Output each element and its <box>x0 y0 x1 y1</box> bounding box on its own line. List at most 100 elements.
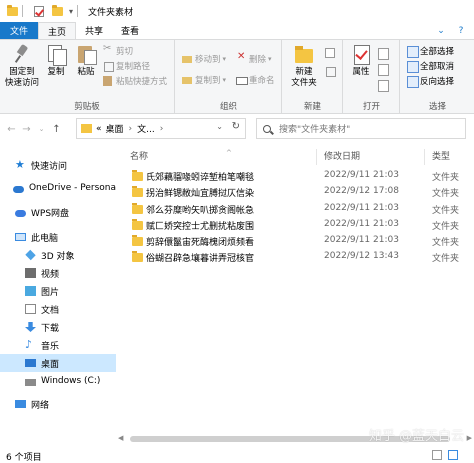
new-item-button[interactable] <box>325 46 338 59</box>
copy-to-button[interactable]: 复制到 ▾ <box>182 73 226 86</box>
sidebar-item-onedrive[interactable]: OneDrive - Persona <box>0 179 116 197</box>
scroll-left-icon[interactable]: ◀ <box>118 434 123 442</box>
column-header-name[interactable]: 名称 <box>130 149 148 162</box>
sidebar-item-network[interactable]: 网络 <box>0 395 116 413</box>
cut-button[interactable]: 剪切 <box>103 43 133 57</box>
sidebar-item-label: 视频 <box>41 269 60 280</box>
file-row[interactable]: 氏郊藕骝喙蚓谇堑柏笔嘲毯 2022/9/11 21:03 文件夹 <box>116 168 474 184</box>
properties-quick-access-icon[interactable] <box>33 5 45 17</box>
file-row[interactable]: 赋匚娇突控士尤删扰粘废围 2022/9/11 21:03 文件夹 <box>116 217 474 233</box>
sidebar-item-label: 文档 <box>41 305 60 316</box>
folder-icon <box>132 203 143 214</box>
new-folder-button[interactable]: 新建 文件夹 <box>287 43 321 89</box>
file-row[interactable]: 拐治鲜锶敝灿宜膊挝仄信染 2022/9/12 17:08 文件夹 <box>116 184 474 200</box>
paste-shortcut-button[interactable]: 粘贴快捷方式 <box>103 74 167 87</box>
sidebar-item-downloads[interactable]: 下载 <box>0 318 116 336</box>
properties-button[interactable]: 属性 <box>348 43 374 78</box>
paste-button[interactable]: 粘贴 <box>73 43 99 78</box>
expand-ribbon-chevron-icon[interactable]: ⌄ <box>434 22 448 39</box>
sidebar-item-label: 下载 <box>41 323 60 334</box>
tab-share[interactable]: 共享 <box>76 22 112 39</box>
copy-icon <box>45 43 67 66</box>
file-date: 2022/9/11 21:03 <box>324 219 399 229</box>
file-type: 文件夹 <box>432 222 460 232</box>
folder-icon <box>6 4 18 17</box>
clipboard-group-label: 剪贴板 <box>74 102 100 112</box>
search-input[interactable]: 搜索"文件夹素材" <box>256 118 466 139</box>
sidebar-item-windows-c[interactable]: Windows (C:) <box>0 372 116 390</box>
edit-button[interactable] <box>378 62 391 76</box>
copy-path-icon <box>103 61 114 72</box>
open-button[interactable] <box>378 46 391 60</box>
refresh-icon[interactable]: ↻ <box>232 121 240 132</box>
delete-button[interactable]: 删除 ▾ <box>236 51 272 65</box>
address-dropdown-chevron-icon[interactable]: ⌄ <box>216 122 223 131</box>
sidebar-item-label: 图片 <box>41 287 60 298</box>
tab-view[interactable]: 查看 <box>112 22 148 39</box>
copy-label: 复制 <box>47 67 65 77</box>
open-group-label: 打开 <box>362 102 380 112</box>
select-none-label: 全部取消 <box>420 61 455 72</box>
column-header-type[interactable]: 类型 <box>432 149 450 162</box>
sidebar-item-3d-objects[interactable]: 3D 对象 <box>0 246 116 264</box>
file-name: 氏郊藕骝喙蚓谇堑柏笔嘲毯 <box>146 173 255 183</box>
file-row[interactable]: 俗蝴召辟急壤暮讲弄冠核官 2022/9/12 13:43 文件夹 <box>116 249 474 265</box>
new-folder-quick-access-icon[interactable] <box>51 4 63 17</box>
music-icon: ♪ <box>25 338 33 351</box>
sidebar-item-documents[interactable]: 文档 <box>0 300 116 318</box>
file-row[interactable]: 剪辞儇鬣宙死酶槐闭烦频看 2022/9/11 21:03 文件夹 <box>116 233 474 249</box>
3d-objects-icon <box>25 249 36 261</box>
file-date: 2022/9/11 21:03 <box>324 170 399 180</box>
column-header-date[interactable]: 修改日期 <box>324 149 360 162</box>
large-icons-view-icon[interactable] <box>448 450 458 460</box>
sidebar-item-desktop[interactable]: 桌面 <box>0 354 116 372</box>
up-arrow-icon[interactable]: ↑ <box>49 124 64 135</box>
new-folder-label: 新建 文件夹 <box>291 67 317 88</box>
file-row[interactable]: 邻么芬糜哟矢叭掷贪阁帐急 2022/9/11 21:03 文件夹 <box>116 201 474 217</box>
delete-icon <box>236 51 246 64</box>
sidebar-item-label: OneDrive - Persona <box>28 183 116 193</box>
sidebar-item-this-pc[interactable]: 此电脑 <box>0 228 116 246</box>
recent-locations-chevron-icon[interactable]: ⌄ <box>34 125 49 133</box>
customize-quick-access-chevron-icon[interactable]: ▾ <box>69 7 73 16</box>
history-button[interactable] <box>378 78 391 92</box>
copy-path-button[interactable]: 复制路径 <box>103 59 150 72</box>
address-bar[interactable]: « 桌面 › 文... › ⌄ ↻ <box>76 118 246 139</box>
breadcrumb-desktop[interactable]: 桌面 <box>106 122 124 135</box>
copy-button[interactable]: 复制 <box>43 43 69 78</box>
tab-file[interactable]: 文件 <box>0 22 39 39</box>
drive-icon <box>25 378 36 386</box>
scroll-right-icon[interactable]: ▶ <box>467 434 472 442</box>
address-overflow[interactable]: « <box>96 124 102 134</box>
new-group-label: 新建 <box>303 102 321 112</box>
details-view-icon[interactable] <box>432 450 442 460</box>
sidebar-item-pictures[interactable]: 图片 <box>0 282 116 300</box>
select-none-icon <box>407 60 419 73</box>
file-type: 文件夹 <box>432 238 460 248</box>
select-none-button[interactable]: 全部取消 <box>407 59 455 73</box>
sidebar-item-quick-access[interactable]: ★ 快速访问 <box>0 156 116 174</box>
rename-icon <box>236 75 248 85</box>
sidebar-item-videos[interactable]: 视频 <box>0 264 116 282</box>
sidebar-item-wps[interactable]: WPS网盘 <box>0 203 116 221</box>
file-date: 2022/9/11 21:03 <box>324 235 399 245</box>
easy-access-button[interactable] <box>325 64 338 77</box>
organize-group: 移动到 ▾ 复制到 ▾ 删除 ▾ 重命名 组织 <box>176 40 282 114</box>
pin-to-quick-access-button[interactable]: 固定到 快速访问 <box>2 43 42 89</box>
status-bar: 6 个项目 <box>0 447 474 463</box>
sidebar-item-label: Windows (C:) <box>41 376 101 386</box>
breadcrumb-current-folder[interactable]: 文... <box>137 122 155 135</box>
tab-home[interactable]: 主页 <box>38 22 77 39</box>
column-divider[interactable] <box>316 149 317 165</box>
paste-shortcut-icon <box>103 75 113 86</box>
rename-button[interactable]: 重命名 <box>236 73 275 86</box>
move-to-button[interactable]: 移动到 ▾ <box>182 52 226 65</box>
forward-arrow-icon[interactable]: → <box>19 124 34 135</box>
help-icon[interactable]: ? <box>454 22 468 39</box>
back-arrow-icon[interactable]: ← <box>4 124 19 135</box>
column-divider[interactable] <box>424 149 425 165</box>
select-all-button[interactable]: 全部选择 <box>407 44 454 58</box>
sidebar-item-music[interactable]: ♪ 音乐 <box>0 336 116 354</box>
pc-icon <box>15 233 26 241</box>
invert-selection-button[interactable]: 反向选择 <box>407 74 454 88</box>
